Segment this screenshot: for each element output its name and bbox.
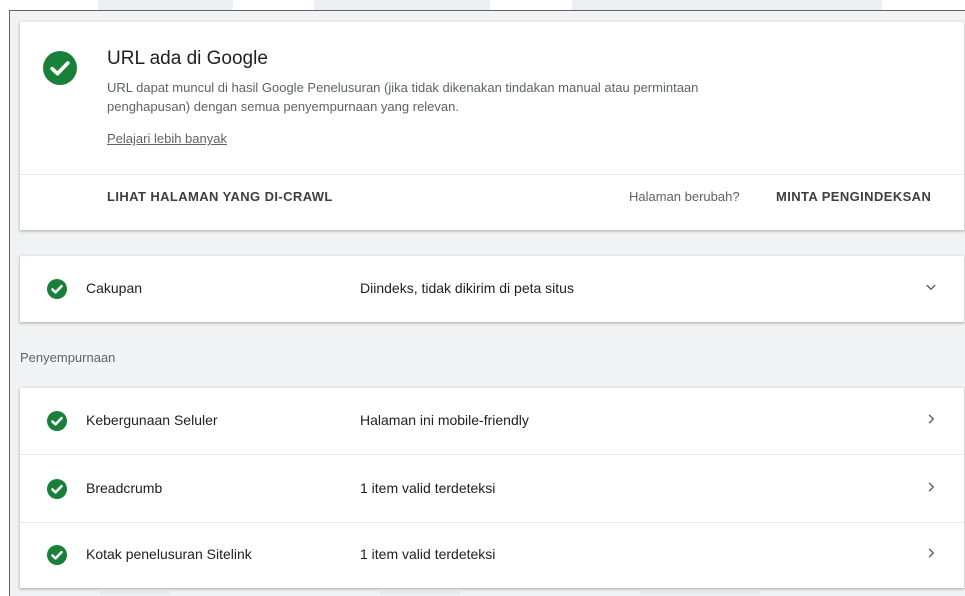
chevron-right-icon[interactable]: [922, 410, 940, 428]
enhancement-row[interactable]: Kotak penelusuran Sitelink 1 item valid …: [20, 522, 964, 588]
check-circle-icon: [47, 411, 67, 431]
coverage-row[interactable]: Cakupan Diindeks, tidak dikirim di peta …: [20, 256, 964, 322]
request-indexing-button[interactable]: MINTA PENGINDEKSAN: [776, 189, 931, 204]
enhancement-label: Breadcrumb: [86, 480, 163, 496]
summary-title: URL ada di Google: [107, 48, 268, 69]
enhancement-status: 1 item valid terdeteksi: [360, 546, 496, 562]
view-crawled-page-button[interactable]: LIHAT HALAMAN YANG DI-CRAWL: [107, 189, 333, 204]
divider: [20, 454, 964, 455]
enhancements-card: Kebergunaan Seluler Halaman ini mobile-f…: [20, 388, 964, 588]
chevron-right-icon[interactable]: [922, 544, 940, 562]
enhancement-label: Kebergunaan Seluler: [86, 412, 218, 428]
divider: [20, 174, 964, 175]
check-circle-icon: [47, 279, 67, 299]
enhancement-status: 1 item valid terdeteksi: [360, 480, 496, 496]
learn-more-link[interactable]: Pelajari lebih banyak: [107, 131, 227, 146]
enhancement-row[interactable]: Kebergunaan Seluler Halaman ini mobile-f…: [20, 388, 964, 454]
coverage-status: Diindeks, tidak dikirim di peta situs: [360, 280, 574, 296]
enhancement-status: Halaman ini mobile-friendly: [360, 412, 529, 428]
coverage-label: Cakupan: [86, 280, 143, 296]
check-circle-icon: [47, 479, 67, 499]
watermark-strip: [640, 589, 760, 595]
check-circle-icon: [43, 51, 77, 85]
enhancement-row[interactable]: Breadcrumb 1 item valid terdeteksi: [20, 456, 964, 522]
watermark-strip: [380, 589, 460, 595]
coverage-card[interactable]: Cakupan Diindeks, tidak dikirim di peta …: [20, 256, 964, 322]
watermark-strip: [100, 589, 170, 595]
check-circle-icon: [47, 545, 67, 565]
chevron-down-icon[interactable]: [922, 278, 940, 296]
page-changed-label: Halaman berubah?: [629, 189, 740, 204]
enhancement-label: Kotak penelusuran Sitelink: [86, 546, 252, 562]
summary-description: URL dapat muncul di hasil Google Penelus…: [107, 80, 699, 114]
chevron-right-icon[interactable]: [922, 478, 940, 496]
summary-card: URL ada di Google URL dapat muncul di ha…: [20, 22, 964, 230]
enhancements-section-label: Penyempurnaan: [20, 350, 116, 365]
